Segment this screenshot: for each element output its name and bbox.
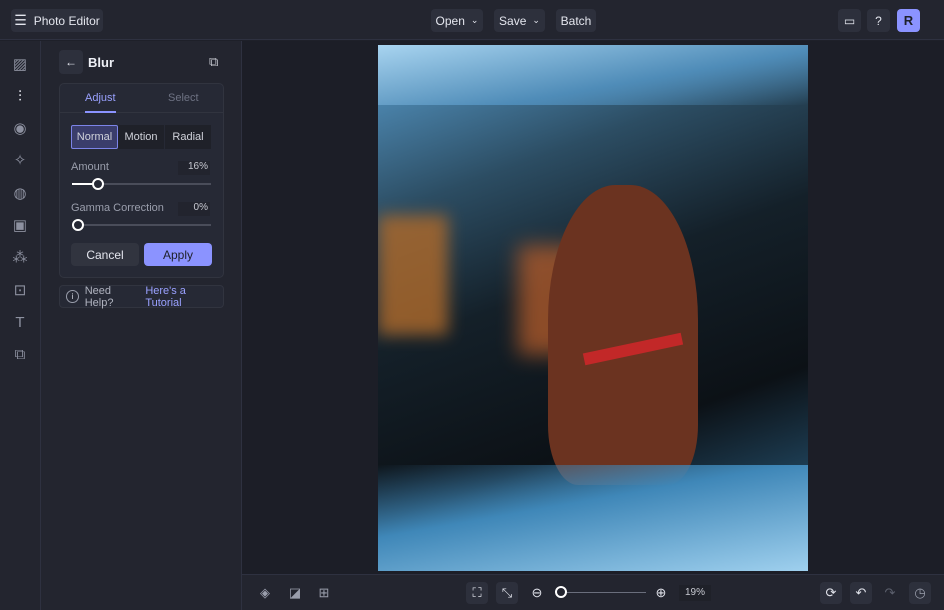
app-title: Photo Editor [34, 14, 100, 28]
avatar[interactable]: R [897, 9, 920, 32]
compare-icon[interactable]: ◪ [284, 582, 306, 604]
cancel-button[interactable]: Cancel [71, 243, 139, 266]
zoom-value[interactable]: 19% [679, 585, 711, 601]
text-icon[interactable]: T [10, 312, 30, 332]
adjust-sliders-icon[interactable]: ⫶ [10, 86, 30, 106]
gamma-slider-handle[interactable] [72, 219, 84, 231]
panel-title: Blur [88, 55, 114, 70]
bottom-toolbar: ◈ ◪ ⊞ ⛶ ⤡ ⊖ ⊕ 19% ⟳ ↶ ↷ ◷ [242, 574, 944, 610]
canvas-area [242, 41, 944, 574]
zoom-slider-handle[interactable] [555, 586, 567, 598]
mode-normal[interactable]: Normal [71, 125, 118, 149]
open-label: Open [436, 14, 465, 28]
eye-icon[interactable]: ◉ [10, 118, 30, 138]
zoom-out-icon[interactable]: ⊖ [526, 582, 548, 604]
gamma-label: Gamma Correction [71, 202, 164, 214]
tab-select[interactable]: Select [168, 92, 199, 104]
open-button[interactable]: Open ⌄ [431, 9, 483, 32]
gamma-value[interactable]: 0% [178, 202, 210, 216]
grid-icon[interactable]: ⊞ [313, 582, 335, 604]
photo-dog-in-car[interactable] [378, 45, 808, 571]
top-bar: ☰ Photo Editor Open ⌄ Save ⌄ Batch ▭ ? R [0, 0, 944, 40]
info-icon: i [66, 290, 79, 303]
amount-slider-handle[interactable] [92, 178, 104, 190]
undo-icon[interactable]: ↶ [850, 582, 872, 604]
amount-slider[interactable] [72, 183, 211, 185]
texture-icon[interactable]: ⊡ [10, 280, 30, 300]
chevron-down-icon: ⌄ [532, 15, 540, 26]
chevron-down-icon: ⌄ [471, 15, 479, 26]
save-label: Save [499, 14, 526, 28]
mode-motion[interactable]: Motion [118, 125, 164, 149]
zoom-in-icon[interactable]: ⊕ [650, 582, 672, 604]
mode-radial[interactable]: Radial [165, 125, 211, 149]
batch-label: Batch [561, 14, 592, 28]
back-button[interactable]: ← [59, 50, 83, 74]
image-icon[interactable]: ▨ [10, 54, 30, 74]
tab-adjust[interactable]: Adjust [85, 92, 116, 113]
redo-icon[interactable]: ↷ [879, 582, 901, 604]
help-icon[interactable]: ? [867, 9, 890, 32]
reset-rotate-icon[interactable]: ⟳ [820, 582, 842, 604]
help-box: i Need Help? Here's a Tutorial [59, 285, 224, 308]
tutorial-link[interactable]: Here's a Tutorial [145, 285, 223, 309]
gamma-slider[interactable] [72, 224, 211, 226]
tool-sidebar: ▨ ⫶ ◉ ✧ ◍ ▣ ⁂ ⊡ T ⧉ [0, 41, 41, 610]
amount-label: Amount [71, 161, 109, 173]
amount-value[interactable]: 16% [178, 161, 210, 175]
fit-screen-icon[interactable]: ⛶ [466, 582, 488, 604]
graphics-icon[interactable]: ⧉ [10, 344, 30, 364]
comment-icon[interactable]: ▭ [838, 9, 861, 32]
palette-icon[interactable]: ◍ [10, 183, 30, 203]
layers-icon[interactable]: ◈ [254, 582, 276, 604]
frame-icon[interactable]: ▣ [10, 215, 30, 235]
blur-panel: ← Blur ⧉ Adjust Select Normal Motion Rad… [41, 41, 242, 610]
save-button[interactable]: Save ⌄ [494, 9, 545, 32]
zoom-slider[interactable] [560, 592, 646, 593]
blur-settings-card: Adjust Select Normal Motion Radial Amoun… [59, 83, 224, 278]
effects-sparkle-icon[interactable]: ✧ [10, 150, 30, 170]
copy-layers-icon[interactable]: ⧉ [209, 54, 218, 70]
hamburger-icon: ☰ [14, 12, 27, 29]
actual-size-icon[interactable]: ⤡ [496, 582, 518, 604]
help-text: Need Help? [85, 285, 142, 309]
batch-button[interactable]: Batch [556, 9, 596, 32]
apply-button[interactable]: Apply [144, 243, 212, 266]
shapes-icon[interactable]: ⁂ [10, 247, 30, 267]
menu-button[interactable]: ☰ Photo Editor [11, 9, 103, 32]
history-icon[interactable]: ◷ [909, 582, 931, 604]
